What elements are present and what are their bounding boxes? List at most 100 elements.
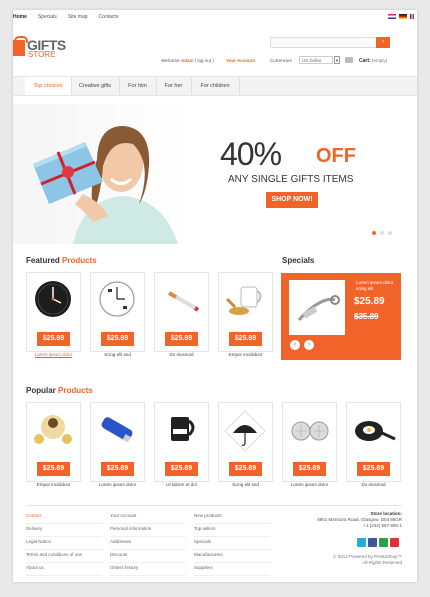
search-button[interactable]: ›	[376, 37, 390, 48]
product-frame[interactable]: $25.89	[90, 402, 145, 482]
price-button[interactable]: $25.89	[229, 462, 262, 476]
topnav-specials[interactable]: Specials	[38, 14, 57, 20]
specials-prev-icon[interactable]: ‹	[290, 340, 300, 350]
chevron-down-icon[interactable]: ▼	[334, 56, 340, 64]
topnav-sitemap[interactable]: Site map	[68, 14, 88, 20]
price-button[interactable]: $25.89	[37, 462, 70, 476]
cart-label[interactable]: Cart:	[359, 58, 371, 64]
youtube-icon[interactable]	[390, 538, 399, 547]
product-frame[interactable]: $25.89	[346, 402, 401, 482]
product-frame[interactable]: $25.89	[154, 402, 209, 482]
footer-link-your-account[interactable]: Your Account	[110, 511, 186, 524]
footer-link-specials[interactable]: Specials	[194, 537, 270, 550]
cart-status: (empty)	[372, 58, 388, 63]
menu-for-her[interactable]: For her	[156, 77, 192, 95]
umbrella-image	[224, 410, 266, 452]
footer-column-account: Your Account Personal information Addres…	[110, 511, 186, 576]
mug-image	[171, 417, 195, 441]
footer-column-products: New products Top sellers Specials Manufa…	[194, 511, 270, 576]
featured-title-b: Products	[62, 256, 97, 265]
top-navigation: Home Specials Site map Contacts	[13, 14, 118, 20]
menu-creative-gifts[interactable]: Creative gifts	[71, 77, 120, 95]
product-name[interactable]: Do eiusmod	[344, 482, 403, 487]
price-button[interactable]: $25.89	[165, 332, 198, 346]
footer-link-personal-info[interactable]: Personal information	[110, 524, 186, 537]
special-product-image[interactable]	[289, 280, 345, 335]
popular-title: Popular Products	[26, 386, 93, 395]
cart-icon[interactable]	[345, 57, 353, 63]
promo-banner[interactable]	[13, 104, 417, 244]
product-name[interactable]: Empor incididunt	[24, 482, 83, 487]
product-name-link[interactable]: Lorem ipsum dolor	[24, 352, 83, 357]
banner-subtitle: ANY SINGLE GIFTS ITEMS	[228, 174, 354, 185]
wall-clock-image	[35, 281, 71, 317]
product-name[interactable]: Do eiusmod	[152, 352, 211, 357]
gift-set-image	[34, 415, 72, 444]
my-account-link[interactable]: Your Account	[226, 58, 255, 63]
facebook-icon[interactable]	[368, 538, 377, 547]
welcome-label: Welcome	[161, 58, 180, 63]
price-button[interactable]: $25.89	[165, 462, 198, 476]
product-frame[interactable]: $25.89	[26, 272, 81, 352]
footer-link-manufacturers[interactable]: Manufacturers	[194, 550, 270, 563]
product-frame[interactable]: $25.89	[154, 272, 209, 352]
flag-en-icon[interactable]	[388, 14, 396, 19]
price-button[interactable]: $25.89	[101, 332, 134, 346]
search-input[interactable]	[270, 37, 377, 48]
cup-clock-image	[99, 281, 135, 317]
price-button[interactable]: $25.89	[357, 462, 390, 476]
girl-with-gift-image	[33, 126, 178, 244]
slider-dot-2[interactable]	[380, 231, 384, 235]
slider-dot-1[interactable]	[372, 231, 376, 235]
footer-link-addresses[interactable]: Addresses	[110, 537, 186, 550]
logout-link[interactable]: ( log out )	[195, 58, 214, 63]
special-product-name[interactable]: Lorem ipsum dolor scing elit	[356, 280, 398, 292]
welcome-text: Welcome Adam ( log out )	[161, 58, 214, 63]
menu-top-choices[interactable]: Top choices	[25, 77, 72, 95]
price-button[interactable]: $25.89	[101, 462, 134, 476]
google-icon[interactable]	[379, 538, 388, 547]
product-name[interactable]: Lorem ipsum dolor	[88, 482, 147, 487]
product-name[interactable]: Ut labore et dol	[152, 482, 211, 487]
popular-title-b: Products	[58, 386, 93, 395]
menu-for-children[interactable]: For children	[191, 77, 240, 95]
store-phone: +1 (234) 567-890-1	[363, 523, 402, 528]
product-frame[interactable]: $25.89	[218, 272, 273, 352]
topnav-contacts[interactable]: Contacts	[99, 14, 119, 20]
shop-now-button[interactable]: SHOP NOW!	[266, 192, 318, 208]
product-name[interactable]: Lorem ipsum dolor	[280, 482, 339, 487]
copyright: © 2012 Powered by PrestaShop™ All Rights…	[300, 554, 402, 566]
product-name[interactable]: Scing elit sed	[88, 352, 147, 357]
blue-device-image	[101, 417, 133, 443]
menu-for-him[interactable]: For him	[119, 77, 157, 95]
price-button[interactable]: $25.89	[37, 332, 70, 346]
product-frame[interactable]: $25.89	[218, 402, 273, 482]
footer-link-legal[interactable]: Legal Notice	[26, 537, 102, 550]
product-frame[interactable]: $25.89	[90, 272, 145, 352]
flag-de-icon[interactable]	[399, 14, 407, 19]
footer-link-terms[interactable]: Terms and conditions of use	[26, 550, 102, 563]
footer-link-new-products[interactable]: New products	[194, 511, 270, 524]
footer-link-contact[interactable]: Contact	[26, 511, 102, 524]
specials-next-icon[interactable]: ›	[304, 340, 314, 350]
footer-divider	[26, 505, 402, 506]
product-frame[interactable]: $25.89	[26, 402, 81, 482]
footer-link-delivery[interactable]: Delivery	[26, 524, 102, 537]
twitter-icon[interactable]	[357, 538, 366, 547]
flag-fr-icon[interactable]	[410, 14, 414, 19]
footer-link-about[interactable]: About us	[26, 563, 102, 576]
product-frame[interactable]: $25.89	[282, 402, 337, 482]
footer-link-top-sellers[interactable]: Top sellers	[194, 524, 270, 537]
footer-link-discount[interactable]: Discount	[110, 550, 186, 563]
footer-link-suppliers[interactable]: Suppliers	[194, 563, 270, 576]
currency-select[interactable]: US Dollar	[299, 56, 333, 64]
cigarette-pen-image	[168, 291, 200, 312]
price-button[interactable]: $25.89	[229, 332, 262, 346]
topnav-home[interactable]: Home	[13, 14, 27, 20]
product-name[interactable]: Empor incididunt	[216, 352, 275, 357]
price-button[interactable]: $25.89	[293, 462, 326, 476]
slider-dot-3[interactable]	[388, 231, 392, 235]
product-name[interactable]: Scing elit sed	[216, 482, 275, 487]
banner-percent: 40%	[220, 136, 282, 172]
footer-link-orders[interactable]: Orders history	[110, 563, 186, 576]
